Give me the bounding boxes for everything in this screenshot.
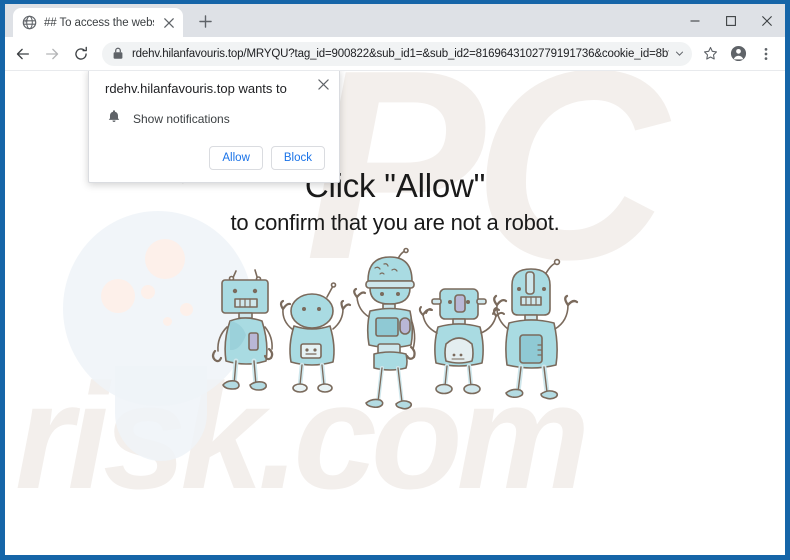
browser-tab[interactable]: ## To access the website click th [13,8,183,37]
tab-title: ## To access the website click th [44,16,154,29]
profile-avatar-icon[interactable] [725,41,751,67]
url-text: rdehv.hilanfavouris.top/MRYQU?tag_id=900… [132,47,669,60]
maximize-button[interactable] [713,4,749,37]
star-icon[interactable] [697,41,723,67]
dialog-title: rdehv.hilanfavouris.top wants to [105,81,287,96]
address-bar[interactable]: rdehv.hilanfavouris.top/MRYQU?tag_id=900… [102,41,692,66]
decor-dot [101,279,135,313]
page-viewport: PC risk.com Click "Allow" to confirm tha… [5,71,785,555]
notification-permission-dialog: rdehv.hilanfavouris.top wants to Show no… [88,71,340,183]
permission-label: Show notifications [133,111,230,126]
close-icon[interactable] [315,76,331,92]
browser-toolbar: rdehv.hilanfavouris.top/MRYQU?tag_id=900… [5,37,785,71]
robots-illustration [210,247,580,427]
window-controls [677,4,785,37]
lock-icon [110,46,126,62]
minimize-button[interactable] [677,4,713,37]
dialog-actions: Allow Block [105,145,325,170]
three-dot-menu-icon[interactable] [753,41,779,67]
back-button[interactable] [9,40,37,68]
close-tab-icon[interactable] [161,15,177,31]
reload-button[interactable] [67,40,95,68]
close-window-button[interactable] [749,4,785,37]
allow-button[interactable]: Allow [209,145,263,170]
bell-icon [107,109,121,129]
decor-dot [180,303,193,316]
decor-dot [163,317,172,326]
new-tab-button[interactable] [191,7,219,35]
toolbar-right-actions [697,41,779,67]
permission-row: Show notifications [105,109,325,129]
window-frame: ## To access the website click th [0,0,790,560]
decor-dot [145,239,185,279]
forward-button[interactable] [38,40,66,68]
globe-icon [22,15,37,30]
chevron-down-icon[interactable] [675,49,684,58]
tab-strip: ## To access the website click th [5,4,785,37]
block-button[interactable]: Block [270,145,325,170]
headline-secondary: to confirm that you are not a robot. [230,209,560,235]
browser-window: ## To access the website click th [5,4,785,555]
decor-dot [141,285,155,299]
